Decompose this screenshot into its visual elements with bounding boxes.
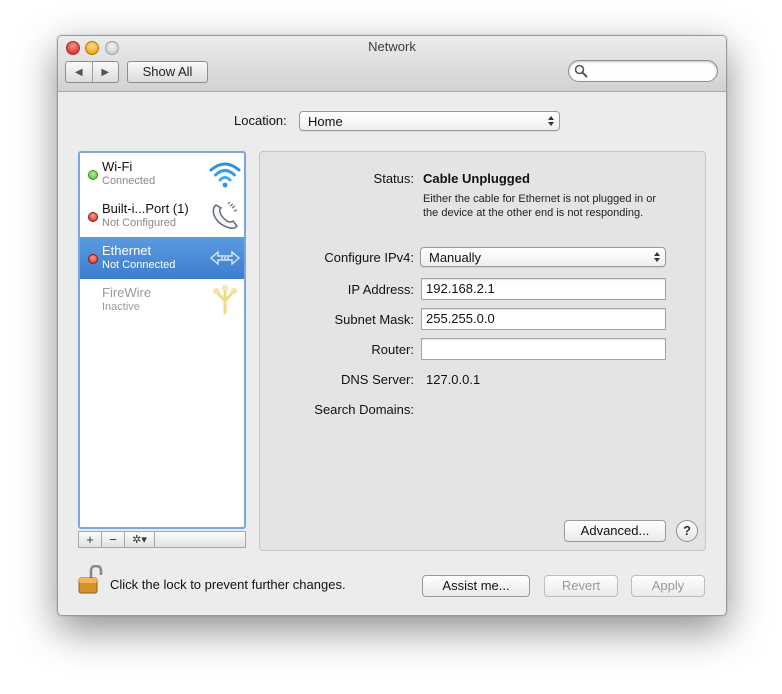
service-item-firewire[interactable]: FireWire Inactive [80,279,244,321]
ethernet-settings-panel: Status: Cable Unplugged Either the cable… [259,151,706,551]
service-item-wifi[interactable]: Wi-Fi Connected [80,153,244,195]
location-label: Location: [234,113,287,128]
assist-me-button[interactable]: Assist me... [422,575,530,597]
window-title: Network [368,39,416,54]
status-dot-green [88,170,98,180]
configure-ipv4-value: Manually [429,250,482,265]
subnet-mask-field[interactable]: 255.255.0.0 [421,308,666,330]
status-dot-red [88,212,98,222]
status-description: Either the cable for Ethernet is not plu… [423,193,656,219]
status-label: Status: [373,171,414,186]
controls-filler [154,531,246,548]
firewire-icon [213,285,237,315]
service-status: Inactive [102,301,140,313]
service-list-controls: + − ✲▾ [78,531,246,549]
service-name: Built-i...Port (1) [102,201,189,216]
configure-ipv4-popup[interactable]: Manually [420,247,666,267]
show-all-button[interactable]: Show All [127,61,208,83]
revert-button[interactable]: Revert [544,575,618,597]
back-forward-control: ◀ ▶ [65,61,119,83]
router-field[interactable] [421,338,666,360]
wifi-icon [209,162,241,188]
location-value: Home [308,114,343,129]
ethernet-icon [209,250,241,266]
popup-arrows-icon [654,252,660,262]
help-button[interactable]: ? [676,520,698,542]
ip-address-label: IP Address: [347,282,414,297]
service-item-ethernet[interactable]: Ethernet Not Connected [80,237,244,279]
ip-address-field[interactable]: 192.168.2.1 [421,278,666,300]
apply-button[interactable]: Apply [631,575,705,597]
add-service-button[interactable]: + [78,531,101,548]
popup-arrows-icon [548,116,554,126]
location-popup[interactable]: Home [299,111,560,131]
title-bar: Network ◀ ▶ Show All [58,36,726,92]
search-icon [574,64,588,78]
service-name: Ethernet [102,243,152,258]
network-preferences-window: Network ◀ ▶ Show All Location: Home Wi-F… [57,35,727,616]
lock-message: Click the lock to prevent further change… [110,577,346,592]
router-label: Router: [371,342,414,357]
advanced-button[interactable]: Advanced... [564,520,666,542]
service-list[interactable]: Wi-Fi Connected Built-i...Port (1) Not C… [78,151,246,529]
service-item-built-in-port[interactable]: Built-i...Port (1) Not Configured [80,195,244,237]
service-status: Not Configured [102,217,176,229]
back-arrow-icon[interactable]: ◀ [66,62,92,82]
search-field[interactable] [568,60,718,82]
status-dot-red [88,254,98,264]
lock-open-icon[interactable] [78,565,104,595]
configure-ipv4-label: Configure IPv4: [324,250,414,265]
status-value: Cable Unplugged [423,171,530,186]
phone-modem-icon [212,201,238,229]
service-name: Wi-Fi [102,159,133,174]
service-status: Not Connected [102,259,176,271]
gear-icon[interactable]: ✲▾ [124,531,154,548]
forward-arrow-icon[interactable]: ▶ [91,62,119,82]
service-status: Connected [102,175,156,187]
search-domains-label: Search Domains: [314,402,414,417]
dns-server-label: DNS Server: [341,372,414,387]
subnet-mask-label: Subnet Mask: [334,312,415,327]
service-name: FireWire [102,285,152,300]
remove-service-button[interactable]: − [101,531,124,548]
dns-server-value[interactable]: 127.0.0.1 [426,372,480,387]
